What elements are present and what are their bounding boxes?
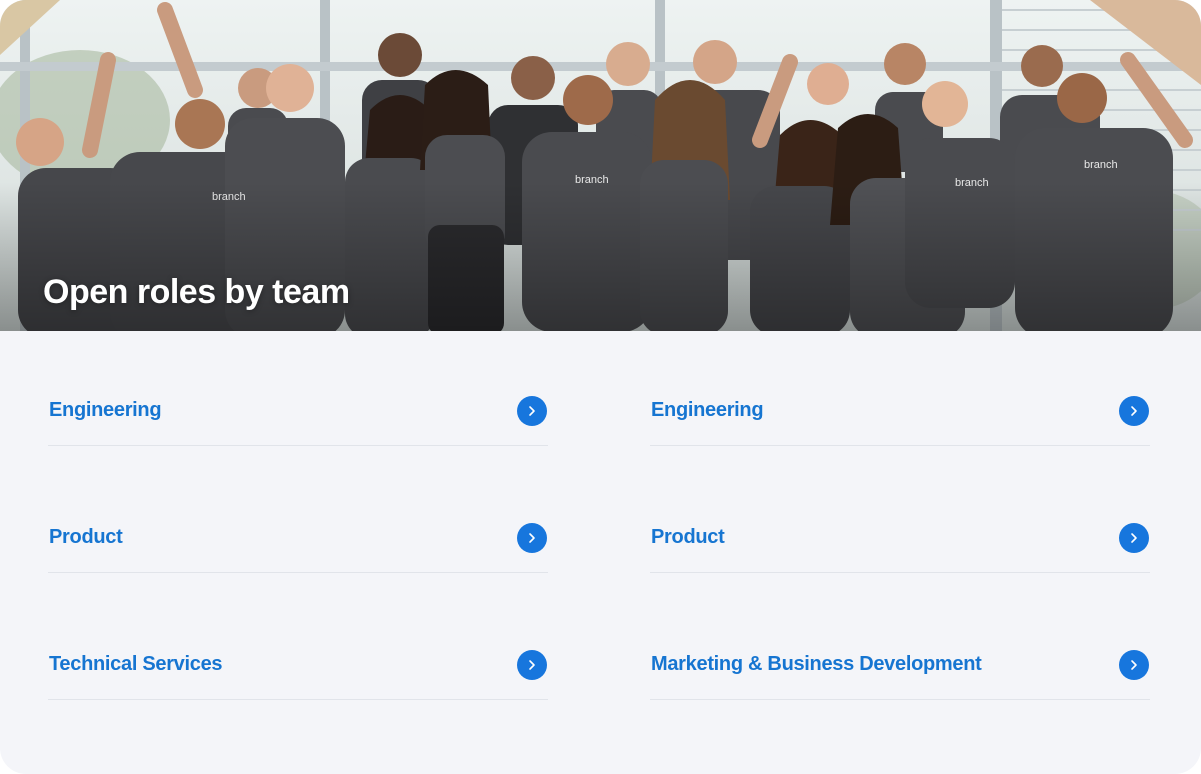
role-label: Product [49, 526, 123, 548]
role-label: Marketing & Business Development [651, 653, 982, 675]
page-title: Open roles by team [43, 273, 350, 311]
role-link-technical-services[interactable]: Technical Services [48, 586, 548, 700]
chevron-right-icon[interactable] [1119, 523, 1149, 553]
role-link-product[interactable]: Product [48, 459, 548, 573]
chevron-right-icon[interactable] [1119, 396, 1149, 426]
open-roles-card: branch branch branch branch Open roles b… [0, 0, 1201, 774]
role-link-product[interactable]: Product [650, 459, 1150, 573]
role-link-marketing-business-development[interactable]: Marketing & Business Development [650, 586, 1150, 700]
chevron-right-icon[interactable] [1119, 650, 1149, 680]
team-photo: branch branch branch branch Open roles b… [0, 0, 1201, 331]
role-label: Engineering [49, 399, 162, 421]
role-label: Product [651, 526, 725, 548]
role-link-engineering[interactable]: Engineering [48, 332, 548, 446]
role-label: Engineering [651, 399, 764, 421]
role-link-engineering[interactable]: Engineering [650, 332, 1150, 446]
chevron-right-icon[interactable] [517, 650, 547, 680]
chevron-right-icon[interactable] [517, 523, 547, 553]
role-label: Technical Services [49, 653, 223, 675]
chevron-right-icon[interactable] [517, 396, 547, 426]
